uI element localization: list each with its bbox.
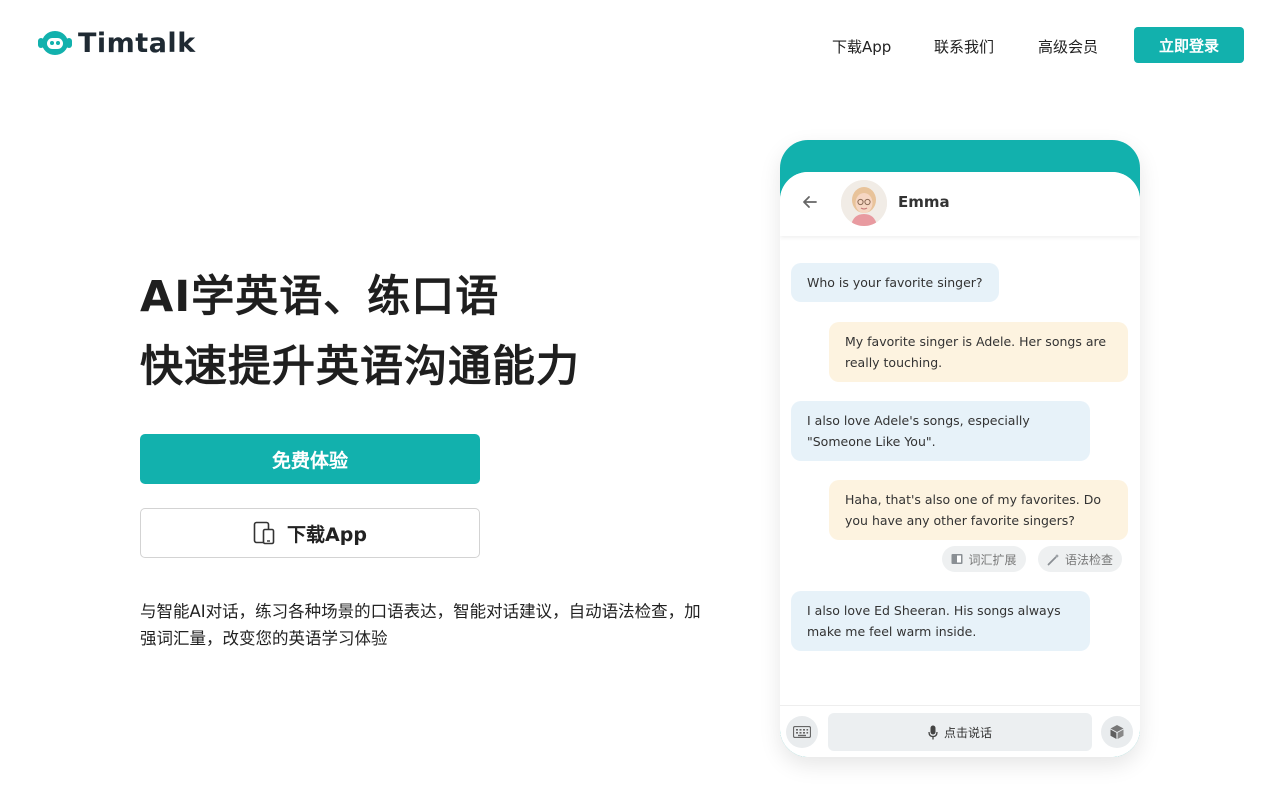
book-icon [951,554,963,564]
microphone-icon [928,725,938,739]
phone-mockup: Emma Who is your favorite singer? My fav… [780,140,1140,757]
push-to-talk-button[interactable]: 点击说话 [828,713,1092,751]
hero-description: 与智能AI对话，练习各种场景的口语表达，智能对话建议，自动语法检查，加强词汇量，… [140,602,701,648]
tablet-phone-icon [253,521,275,545]
hero-title-line1: AI学英语、练口语 [140,272,500,322]
download-app-button[interactable]: 下载App [140,508,480,558]
chat-message-user: Haha, that's also one of my favorites. D… [829,480,1128,540]
chat-message-ai: I also love Adele's songs, especially "S… [791,401,1090,461]
nav-premium[interactable]: 高级会员 [1038,36,1098,57]
chat-message-ai: I also love Ed Sheeran. His songs always… [791,591,1090,651]
chat-contact-name: Emma [898,193,950,211]
login-button[interactable]: 立即登录 [1134,27,1244,63]
back-arrow-icon[interactable] [800,192,820,212]
grammar-check-label: 语法检查 [1064,552,1113,567]
chat-input-bar: 点击说话 [780,705,1140,757]
keyboard-button[interactable] [786,716,818,748]
cube-icon [1110,725,1124,739]
brand-logo[interactable]: Timtalk [38,26,196,60]
download-app-label: 下载App [287,523,367,546]
chat-message-ai: Who is your favorite singer? [791,263,999,302]
chat-header: Emma [780,172,1140,236]
free-trial-button[interactable]: 免费体验 [140,434,480,484]
avatar [841,180,887,226]
nav-download-app[interactable]: 下载App [832,36,891,57]
cube-button[interactable] [1101,716,1133,748]
push-to-talk-label: 点击说话 [943,725,992,740]
hero-title-line2: 快速提升英语沟通能力 [140,342,580,392]
vocab-expand-chip[interactable]: 词汇扩展 [942,546,1026,572]
grammar-check-chip[interactable]: 语法检查 [1038,546,1122,572]
magic-wand-icon [1047,553,1059,565]
robot-logo-icon [38,28,72,58]
nav-contact-us[interactable]: 联系我们 [934,36,994,57]
vocab-expand-label: 词汇扩展 [968,552,1017,567]
keyboard-icon [793,726,811,738]
brand-name: Timtalk [78,27,196,59]
chat-message-user: My favorite singer is Adele. Her songs a… [829,322,1128,382]
chat-screen: Emma Who is your favorite singer? My fav… [780,172,1140,757]
